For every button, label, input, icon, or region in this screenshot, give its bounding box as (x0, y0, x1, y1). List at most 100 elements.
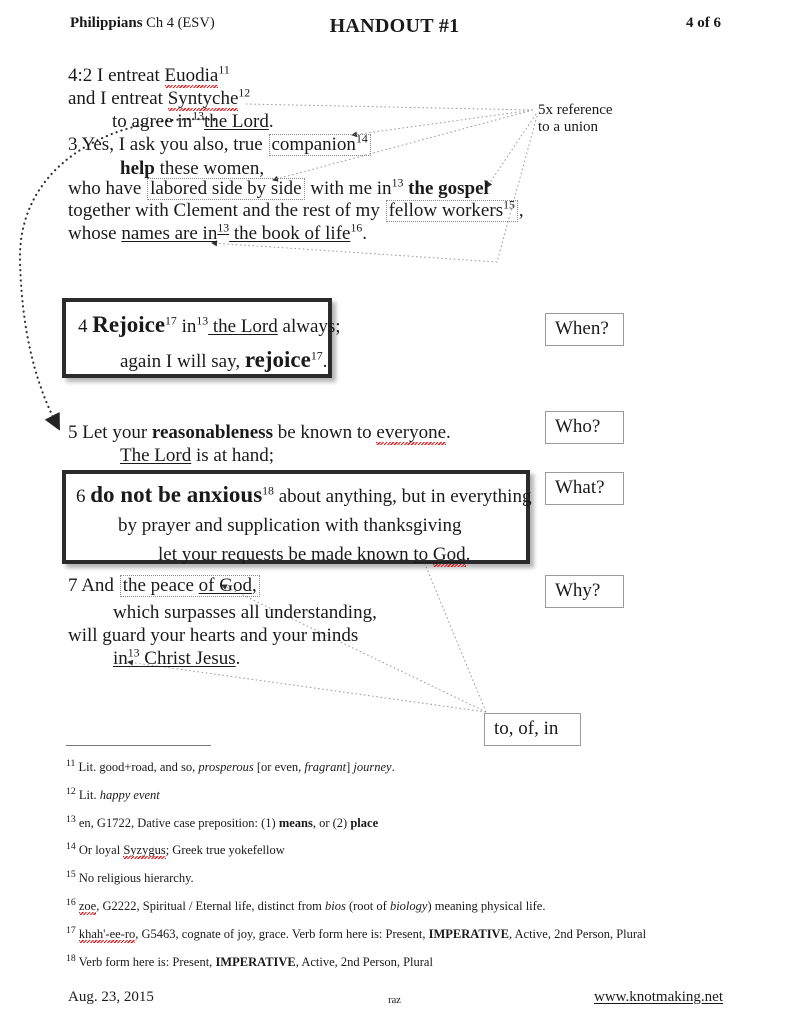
footer-website[interactable]: www.knotmaking.net (594, 989, 723, 1006)
phrase-the-lord-v5: The Lord (120, 445, 192, 466)
misspelling-syntyche: Syntyche (167, 88, 239, 109)
footnote-ref-11[interactable]: 11 (218, 64, 229, 77)
callout-who[interactable]: Who? (545, 411, 624, 444)
footnote-14: 14 Or loyal Syzygus; Greek true yokefell… (66, 840, 285, 858)
footnote-ref-16[interactable]: 16 (350, 222, 362, 235)
footnote-text: , or (2) (312, 816, 351, 830)
footnote-italic-text: prosperous (198, 760, 254, 774)
verse-2-line-2: and I entreat Syntyche12 (68, 86, 251, 109)
footnote-text: Verb form here is: Present, (78, 955, 216, 969)
footnote-ref-13b[interactable]: 13 (392, 177, 404, 190)
handout-page: Philippians Ch 4 (ESV) HANDOUT #1 4 of 6… (0, 0, 789, 1024)
footnote-13: 13 en, G1722, Dative case preposition: (… (66, 813, 379, 831)
callout-why[interactable]: Why? (545, 575, 624, 608)
footnote-italic-text: fragrant (304, 760, 347, 774)
footnote-bold-text: IMPERATIVE (428, 927, 509, 941)
footnote-text: , G5463, cognate of joy, grace. Verb for… (135, 927, 429, 941)
footnote-number-12: 12 (66, 785, 76, 797)
word-rejoice-2: rejoice (244, 347, 311, 372)
verse-3-line-3: who have labored side by side with me in… (68, 176, 489, 200)
phrase-book-of-life: the book of life (229, 223, 351, 244)
footnote-misspelling: khah'-ee-ro (78, 927, 136, 941)
verse-5-line-1: 5 Let your reasonableness be known to ev… (68, 422, 451, 443)
footnote-misspelling: zoe (78, 899, 97, 913)
phrase-the-gospel: the gospel (408, 178, 489, 199)
union-line-syntyche (244, 103, 534, 111)
verse-2-line-3: to agree in13the Lord. (112, 109, 274, 132)
prep-line-to-god (419, 551, 487, 713)
footnote-bold-text: place (350, 816, 379, 830)
footnote-text: en, G1722, Dative case preposition: (1) (78, 816, 279, 830)
verse-7-line-1: 7 And the peace of God, (68, 575, 261, 597)
footnote-text: , Active, 2nd Person, Plural (508, 927, 647, 941)
phrase-the-lord-v4: the Lord (208, 316, 278, 337)
footnote-number-14: 14 (66, 840, 76, 852)
phrase-the-lord-v2: the Lord (203, 111, 269, 132)
page-title: HANDOUT #1 (329, 15, 460, 37)
footnote-ref-13c[interactable]: 13 (217, 222, 229, 235)
highlight-box-labored-side-by-side: labored side by side (147, 178, 305, 200)
footnote-italic-text: happy event (99, 788, 160, 802)
footnote-ref-12[interactable]: 12 (238, 87, 250, 100)
highlight-box-fellow-workers: fellow workers15 (385, 199, 518, 222)
footnote-text: Or loyal (78, 843, 124, 857)
footnote-ref-14[interactable]: 14 (356, 133, 368, 146)
word-reasonableness: reasonableness (151, 422, 273, 443)
verse-3-line-5: whose names are in13 the book of life16. (68, 221, 367, 244)
footnote-ref-17a[interactable]: 17 (165, 315, 177, 328)
phrase-to-god: to God (413, 544, 466, 565)
footnote-text: (root of (345, 899, 390, 913)
verse-3-line-1: 3 Yes, I ask you also, true companion14 (68, 133, 372, 156)
footnote-18: 18 Verb form here is: Present, IMPERATIV… (66, 952, 433, 970)
footnote-text: , G2222, Spiritual / Eternal life, disti… (96, 899, 326, 913)
footnote-ref-17b[interactable]: 17 (311, 350, 323, 363)
footnote-text: Lit. (78, 788, 100, 802)
footnote-15: 15 No religious hierarchy. (66, 868, 194, 886)
verse-3-line-4: together with Clement and the rest of my… (68, 198, 524, 222)
verse-6-line-1: 6 do not be anxious18 about anything, bu… (76, 482, 532, 507)
footnote-text: , Active, 2nd Person, Plural (295, 955, 433, 969)
footnote-ref-18[interactable]: 18 (262, 485, 274, 498)
verse-6-line-2: by prayer and supplication with thanksgi… (118, 515, 462, 536)
verse-3-line-2: help these women, (120, 158, 265, 179)
callout-when[interactable]: When? (545, 313, 624, 346)
callout-prepositions[interactable]: to, of, in (484, 713, 581, 746)
footnote-ref-15[interactable]: 15 (503, 199, 515, 212)
page-number: 4 of 6 (686, 15, 721, 31)
word-help: help (120, 158, 155, 179)
emphasis-box-do-not-be-anxious: 6 do not be anxious18 about anything, bu… (62, 470, 532, 565)
union-line-companion (351, 109, 534, 138)
verse-2-line-1: 4:2 I entreat Euodia11 (68, 63, 230, 86)
highlight-box-peace-of-god: the peace of God, (119, 575, 260, 597)
footnote-number-13: 13 (66, 813, 76, 825)
footnote-text: ; Greek true yokefellow (165, 843, 285, 857)
footnote-misspelling: Syzygus (123, 843, 166, 857)
callout-union-note: 5x reference to a union (538, 102, 613, 136)
footnote-italic-text: journey (353, 760, 392, 774)
footnote-number-15: 15 (66, 868, 76, 880)
verse-4-line-1: 4 Rejoice17 in13 the Lord always; (78, 312, 341, 337)
misspelling-euodia: Euodia (164, 65, 219, 86)
highlight-box-companion: companion14 (268, 133, 371, 156)
phrase-names-are-in: names are in (121, 223, 218, 244)
footnote-12: 12 Lit. happy event (66, 785, 160, 803)
footnote-text: Lit. good+road, and so, (78, 760, 199, 774)
verse-7-line-3: will guard your hearts and your minds (68, 625, 359, 646)
emphasis-box-rejoice: 4 Rejoice17 in13 the Lord always; again … (62, 298, 341, 378)
footnote-italic-text: biology (389, 899, 428, 913)
verse-6-line-3: let your requests be made known to God. (158, 544, 471, 565)
callout-union-line2: to a union (538, 119, 598, 135)
verse-5-line-2: The Lord is at hand; (120, 445, 275, 466)
footnote-number-11: 11 (66, 757, 76, 769)
verse-7-line-2: which surpasses all understanding, (113, 602, 377, 623)
footnote-ref-13d[interactable]: 13 (196, 315, 208, 328)
footnote-16: 16 zoe, G2222, Spiritual / Eternal life,… (66, 897, 545, 914)
footnote-bold-text: IMPERATIVE (215, 955, 296, 969)
footnote-italic-text: bios (325, 899, 346, 913)
union-line-gospel (486, 113, 537, 188)
footnote-number-18: 18 (66, 952, 76, 964)
phrase-do-not-be-anxious: do not be anxious (90, 482, 263, 507)
callout-what[interactable]: What? (545, 472, 624, 505)
footnote-ref-13a[interactable]: 13 (192, 110, 204, 123)
footnote-ref-13e[interactable]: 13 (128, 647, 140, 660)
